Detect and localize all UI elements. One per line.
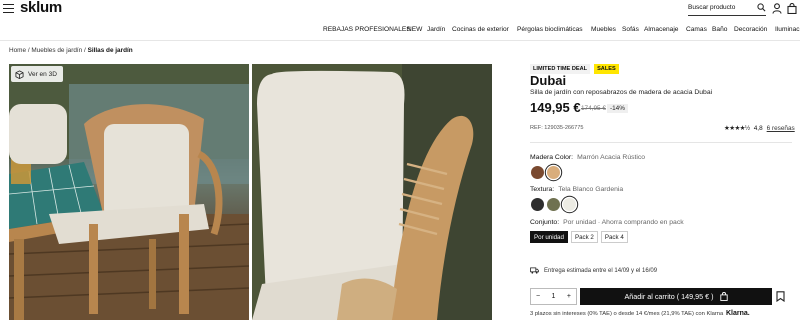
menu-icon[interactable] [3,4,14,14]
site-header: sklum Buscar producto [0,0,800,20]
product-title: Dubai [530,73,567,88]
site-logo[interactable]: sklum [20,0,62,16]
rating-stars-icon: ★★★★½ [724,125,750,132]
nav-item-cocinas[interactable]: Cocinas de exterior [452,26,509,33]
search-input[interactable]: Buscar producto [688,3,766,16]
pack-option-4[interactable]: Pack 4 [600,231,628,243]
add-to-cart-label: Añadir al carrito ( 149,95 € ) [624,292,714,301]
main-nav: REBAJAS PROFESIONALES NEW Jardín Cocinas… [0,24,800,38]
discount-badge: -14% [607,104,628,113]
nav-item-decoracion[interactable]: Decoración [734,26,767,33]
qty-increment-button[interactable]: + [567,293,571,300]
add-to-cart-button[interactable]: Añadir al carrito ( 149,95 € ) [580,288,772,305]
fabric-option: Textura: Tela Blanco Gardenia [530,186,623,193]
nav-item-camas[interactable]: Camas [686,26,707,33]
cart-icon[interactable] [787,3,797,14]
swatch-fabric-white-selected[interactable] [563,198,576,211]
fabric-label: Textura: [530,186,555,193]
klarna-logo[interactable]: Klarna. [726,310,750,317]
nav-item-bano[interactable]: Baño [712,26,727,33]
swatch-wood-brown[interactable] [531,166,544,179]
badge-sales: SALES [594,64,619,74]
breadcrumb-separator: / [84,47,86,54]
product-photo-closeup [252,64,492,320]
search-placeholder: Buscar producto [688,4,736,11]
nav-item-sofas[interactable]: Sofás [622,26,639,33]
nav-item-rebajas[interactable]: REBAJAS [323,26,353,33]
nav-item-almacenaje[interactable]: Almacenaje [644,26,678,33]
nav-item-jardin[interactable]: Jardín [427,26,445,33]
qty-value[interactable]: 1 [552,293,556,300]
delivery-estimate: Entrega estimada entre el 14/09 y el 16/… [530,267,657,274]
breadcrumb: Home / Muebles de jardín / Sillas de jar… [9,47,133,54]
financing-info: 3 plazos sin intereses (0% TAE) o desde … [530,311,724,317]
pack-option-2[interactable]: Pack 2 [570,231,598,243]
user-icon[interactable] [772,3,782,14]
bag-icon [719,292,728,301]
nav-divider [0,40,800,41]
swatch-fabric-black[interactable] [531,198,544,211]
search-icon[interactable] [757,3,766,12]
wood-color-value: Marrón Acacia Rústico [577,154,646,161]
delivery-text: Entrega estimada entre el 14/09 y el 16/… [544,267,658,274]
breadcrumb-category[interactable]: Muebles de jardín [31,47,82,54]
fabric-value: Tela Blanco Gardenia [558,186,624,193]
swatch-wood-natural-selected[interactable] [547,166,560,179]
product-ref: REF: 129035-266775 [530,125,584,131]
product-photo-outdoor-scene [9,64,249,320]
nav-item-iluminacion[interactable]: Iluminac [775,26,800,33]
set-option: Conjunto: Por unidad · Ahorra comprando e… [530,219,684,226]
wood-color-option: Madera Color: Marrón Acacia Rústico [530,154,645,161]
rating-value: 4,8 [753,124,763,132]
nav-item-muebles[interactable]: Muebles [591,26,616,33]
nav-item-pergolas[interactable]: Pérgolas bioclimáticas [517,26,583,33]
quantity-stepper: − 1 + [530,288,577,305]
product-image-detail[interactable] [252,64,492,320]
set-value: Por unidad · Ahorra comprando en pack [563,219,684,226]
wood-color-label: Madera Color: [530,154,574,161]
view-3d-label: Ver en 3D [28,70,57,78]
qty-decrement-button[interactable]: − [536,293,540,300]
cube-icon [15,69,24,79]
nav-item-profesionales[interactable]: PROFESIONALES [355,26,411,33]
pack-option-unit[interactable]: Por unidad [530,231,568,243]
nav-item-new[interactable]: NEW [407,26,422,33]
reviews-link[interactable]: 6 reseñas [767,125,795,132]
breadcrumb-current: Sillas de jardín [87,47,133,54]
product-subtitle: Silla de jardín con reposabrazos de made… [530,89,713,96]
view-3d-button[interactable]: Ver en 3D [11,66,63,82]
bookmark-icon[interactable] [776,291,785,302]
swatch-fabric-green[interactable] [547,198,560,211]
pack-selector: Por unidad Pack 2 Pack 4 [530,231,628,243]
product-rating: ★★★★½ 4,8 6 reseñas [724,124,795,133]
breadcrumb-home[interactable]: Home [9,47,26,54]
product-price: 149,95 € [530,100,581,115]
product-old-price: 174,95 € [581,105,606,112]
set-label: Conjunto: [530,219,560,226]
product-image-main[interactable] [9,64,249,320]
breadcrumb-separator: / [27,47,30,54]
section-divider [530,142,792,143]
truck-icon [530,267,539,274]
